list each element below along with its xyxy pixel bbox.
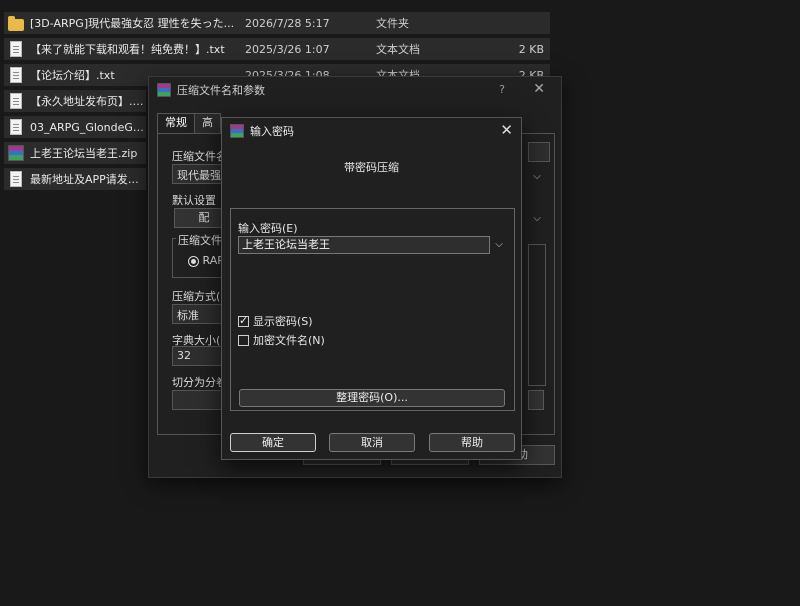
browse-button[interactable]	[528, 142, 550, 162]
file-row[interactable]: 03_ARPG_GlondeGirl3D	[4, 116, 146, 138]
dialog-title: 输入密码	[250, 125, 294, 138]
password-input[interactable]: 上老王论坛当老王	[238, 236, 490, 254]
tab-advanced[interactable]: 高	[194, 113, 221, 133]
tab-strip: 常规 高	[157, 113, 221, 133]
file-type: 文本文档	[376, 43, 420, 56]
radio-icon	[188, 255, 199, 267]
file-row[interactable]: 最新地址及APP请发邮箱	[4, 168, 146, 190]
file-row[interactable]: 【来了就能下载和观看！纯免费！】.txt 2025/3/26 1:07 文本文档…	[4, 38, 550, 60]
text-file-icon	[10, 67, 22, 83]
password-dialog: 输入密码 ✕ 带密码压缩 输入密码(E) 上老王论坛当老王 ⌵ 显示密码(S) …	[221, 117, 522, 460]
text-file-icon	[10, 41, 22, 57]
ok-button[interactable]: 确定	[230, 433, 316, 452]
file-name: 上老王论坛当老王.zip	[30, 147, 138, 160]
format-rar-radio[interactable]: RAR	[188, 254, 225, 267]
split-label: 切分为分卷	[172, 376, 227, 389]
close-icon[interactable]: ✕	[500, 121, 513, 139]
organize-passwords-button[interactable]: 整理密码(O)...	[239, 389, 505, 407]
archive-name-label: 压缩文件名	[172, 150, 227, 163]
winrar-icon	[230, 124, 244, 138]
file-date: 2025/3/26 1:07	[245, 42, 330, 56]
winrar-icon	[157, 83, 171, 97]
file-name: 【永久地址发布页】.txt	[30, 95, 146, 108]
file-name: [3D-ARPG]現代最強女忍 理性を失った...	[30, 17, 235, 30]
file-name: 03_ARPG_GlondeGirl3D	[30, 120, 146, 134]
title-bar: 输入密码 ✕	[222, 118, 521, 144]
text-file-icon	[10, 119, 22, 135]
method-label: 压缩方式(	[172, 290, 221, 303]
winrar-archive-icon	[8, 145, 24, 161]
encrypt-names-checkbox[interactable]: 加密文件名(N)	[238, 332, 325, 348]
show-password-label: 显示密码(S)	[253, 315, 313, 328]
help-button[interactable]: 帮助	[429, 433, 515, 452]
text-file-icon	[10, 93, 22, 109]
file-row[interactable]: [3D-ARPG]現代最強女忍 理性を失った... 2026/7/28 5:17…	[4, 12, 550, 34]
folder-icon	[8, 16, 24, 31]
archive-format-label: 压缩文件	[176, 232, 224, 248]
chevron-down-icon[interactable]: ⌵	[530, 170, 544, 184]
close-icon[interactable]: ✕	[533, 81, 545, 97]
set-password-button[interactable]	[528, 390, 544, 410]
help-icon[interactable]: ?	[499, 83, 505, 96]
checkbox-icon	[238, 334, 249, 346]
file-row[interactable]: 上老王论坛当老王.zip	[4, 142, 146, 164]
show-password-checkbox[interactable]: 显示密码(S)	[238, 313, 313, 329]
title-bar: 压缩文件名和参数 ? ✕	[149, 77, 561, 103]
file-type: 文件夹	[376, 17, 409, 30]
tab-general[interactable]: 常规	[157, 113, 195, 133]
checkbox-checked-icon	[238, 314, 249, 327]
file-row[interactable]: 【永久地址发布页】.txt	[4, 90, 146, 112]
password-label: 输入密码(E)	[238, 222, 298, 235]
file-name: 最新地址及APP请发邮箱	[30, 173, 146, 186]
file-name: 【来了就能下载和观看！纯免费！】.txt	[30, 43, 225, 56]
cancel-button[interactable]: 取消	[329, 433, 415, 452]
chevron-down-icon[interactable]: ⌵	[530, 212, 544, 226]
encrypt-names-label: 加密文件名(N)	[253, 334, 325, 347]
text-file-icon	[10, 171, 22, 187]
dialog-caption: 带密码压缩	[344, 161, 399, 174]
dialog-title: 压缩文件名和参数	[177, 84, 265, 97]
default-settings-label: 默认设置	[172, 194, 216, 207]
options-group	[528, 244, 546, 386]
chevron-down-icon[interactable]: ⌵	[492, 236, 506, 254]
file-size: 2 KB	[518, 42, 544, 56]
file-date: 2026/7/28 5:17	[245, 16, 330, 30]
